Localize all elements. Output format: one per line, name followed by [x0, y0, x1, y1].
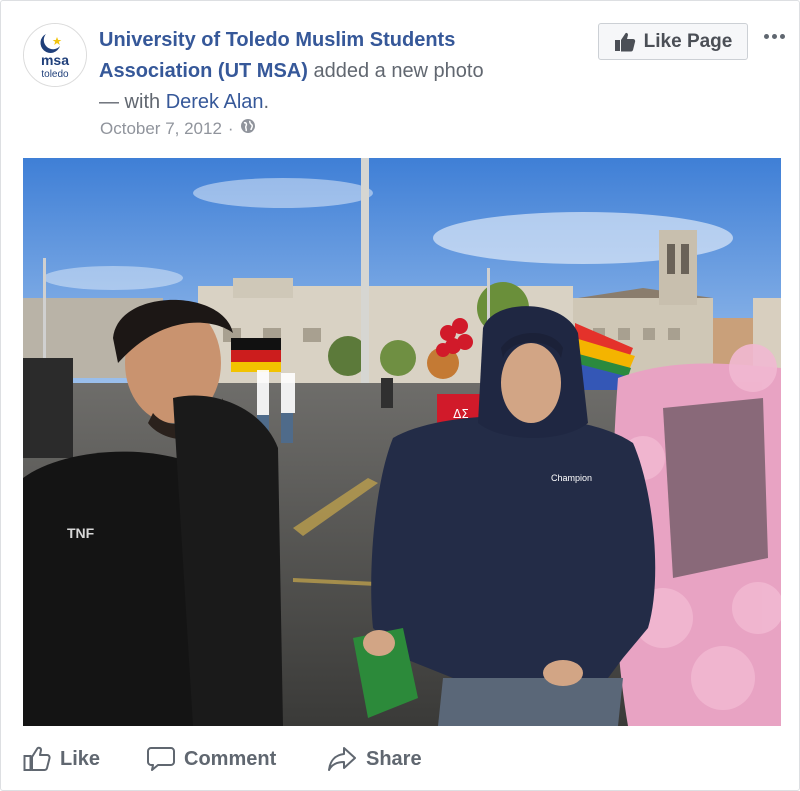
thumbs-up-outline-icon	[23, 746, 51, 771]
post-header: University of Toledo Muslim Students Ass…	[99, 25, 569, 118]
like-button[interactable]: Like	[23, 739, 100, 779]
tagged-suffix: .	[263, 91, 270, 113]
globe-icon[interactable]	[240, 118, 256, 139]
comment-bubble-icon	[147, 747, 175, 771]
like-page-label: Like Page	[643, 30, 733, 52]
post-card: msa toledo University of Toledo Muslim S…	[0, 0, 800, 791]
photo-scene: ΔΣ TNF Champion	[23, 158, 781, 726]
share-arrow-icon	[328, 747, 356, 771]
post-date[interactable]: October 7, 2012	[100, 119, 222, 139]
msa-logo: msa toledo	[24, 24, 86, 86]
with-text: — with	[99, 91, 166, 113]
thumbs-up-icon	[614, 32, 635, 51]
like-label: Like	[60, 747, 101, 770]
comment-label: Comment	[184, 747, 277, 770]
ellipsis-icon[interactable]	[761, 25, 787, 47]
post-action-bar: Like Comment Share	[1, 739, 800, 779]
jacket-logo: TNF	[67, 525, 95, 541]
meta-separator: ·	[227, 118, 234, 138]
avatar-logo-bottom: toledo	[41, 69, 69, 80]
avatar-logo-top: msa	[41, 52, 69, 68]
hoodie-logo: Champion	[551, 473, 592, 483]
post-photo[interactable]: ΔΣ TNF Champion	[23, 158, 781, 726]
page-avatar[interactable]: msa toledo	[23, 23, 87, 87]
share-label: Share	[366, 747, 422, 770]
post-meta: October 7, 2012 ·	[100, 118, 256, 139]
like-page-button[interactable]: Like Page	[598, 23, 748, 60]
share-button[interactable]: Share	[327, 739, 422, 779]
action-text: added a new photo	[307, 60, 484, 82]
comment-button[interactable]: Comment	[147, 739, 276, 779]
tagged-user-link[interactable]: Derek Alan	[166, 91, 264, 113]
